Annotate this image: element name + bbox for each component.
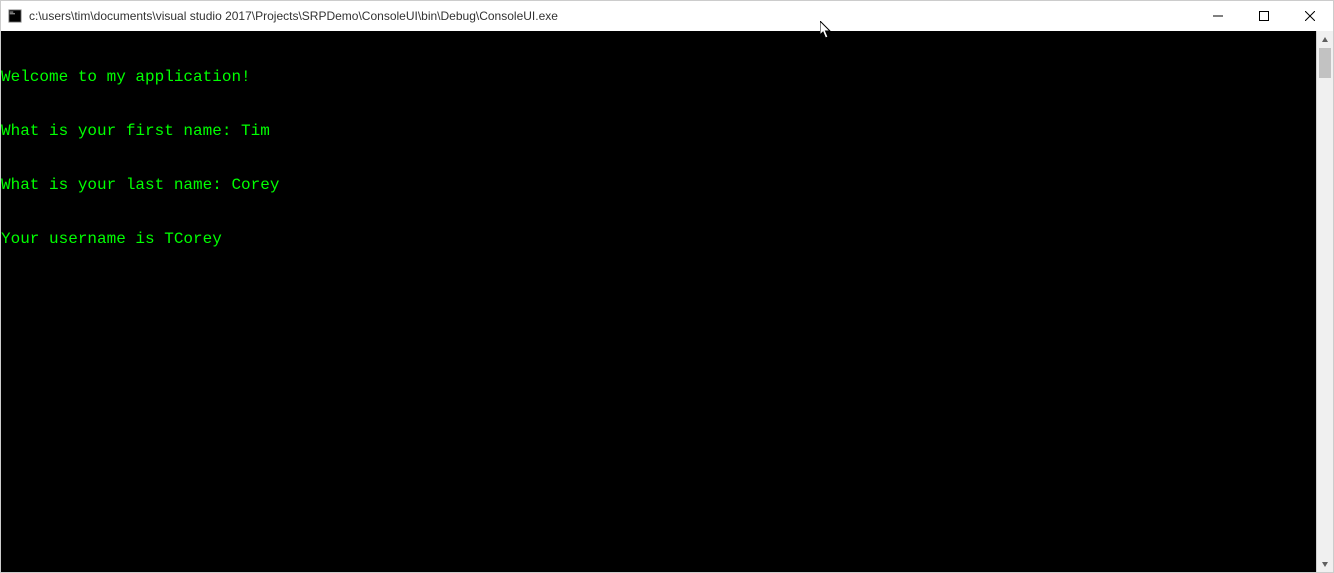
console-window: c:\users\tim\documents\visual studio 201… <box>0 0 1334 573</box>
console-line: Welcome to my application! <box>1 68 1316 86</box>
scroll-up-arrow[interactable] <box>1317 31 1333 48</box>
window-controls <box>1195 1 1333 31</box>
vertical-scrollbar[interactable] <box>1316 31 1333 572</box>
maximize-button[interactable] <box>1241 1 1287 31</box>
scroll-down-arrow[interactable] <box>1317 555 1333 572</box>
console-area: Welcome to my application! What is your … <box>1 31 1333 572</box>
console-line: What is your first name: Tim <box>1 122 1316 140</box>
titlebar[interactable]: c:\users\tim\documents\visual studio 201… <box>1 1 1333 31</box>
console-line: Your username is TCorey <box>1 230 1316 248</box>
scroll-track[interactable] <box>1317 48 1333 555</box>
window-title: c:\users\tim\documents\visual studio 201… <box>29 9 1195 23</box>
scroll-thumb[interactable] <box>1319 48 1331 78</box>
minimize-button[interactable] <box>1195 1 1241 31</box>
console-output[interactable]: Welcome to my application! What is your … <box>1 31 1316 572</box>
console-line: What is your last name: Corey <box>1 176 1316 194</box>
app-icon <box>7 8 23 24</box>
close-button[interactable] <box>1287 1 1333 31</box>
